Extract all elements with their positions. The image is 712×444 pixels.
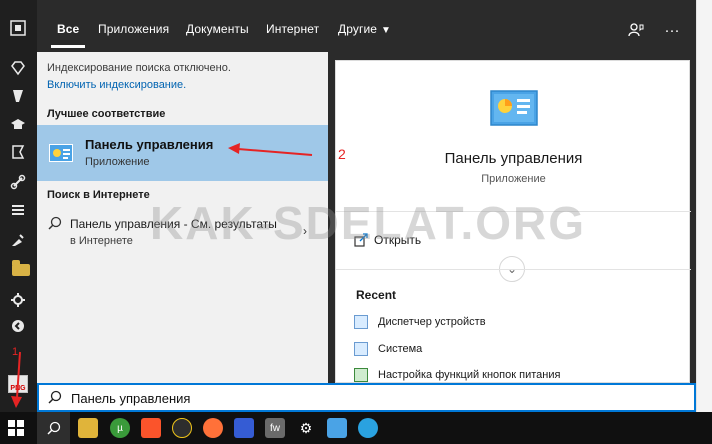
annotation-number-2: 2 [338, 146, 346, 162]
settings-gear-icon[interactable]: ⚙ [296, 418, 316, 438]
search-box[interactable]: Панель управления [37, 383, 696, 412]
recent-header: Recent [356, 288, 397, 302]
annotation-number-1: 1 [12, 346, 19, 358]
recent-item[interactable]: Диспетчер устройств [354, 313, 486, 331]
tab-all[interactable]: Все [57, 22, 79, 40]
app-circle-icon[interactable] [172, 418, 192, 438]
left-icon-rail: PNG [0, 0, 37, 412]
recent-item-label: Система [378, 343, 423, 355]
best-match-result[interactable] [37, 125, 328, 181]
gear-icon[interactable] [8, 290, 28, 310]
background-window-edge [696, 0, 712, 412]
menu-icon[interactable] [8, 200, 28, 220]
recent-item-label: Диспетчер устройств [378, 316, 486, 328]
yandex-icon[interactable] [8, 86, 28, 106]
taskbar-search-button[interactable] [37, 412, 70, 444]
tab-documents[interactable]: Документы [186, 22, 249, 40]
diamond-icon[interactable] [8, 58, 28, 78]
grid-app-icon [10, 20, 26, 36]
tab-apps[interactable]: Приложения [98, 22, 169, 40]
file-explorer-icon[interactable] [78, 418, 98, 438]
search-icon [48, 216, 62, 230]
recent-item[interactable]: Система [354, 340, 422, 358]
windows-search-panel: Все Приложения Документы Интернет Другие… [37, 0, 696, 383]
search-tabs: Все Приложения Документы Интернет Другие… [37, 0, 696, 52]
search-icon [46, 421, 60, 435]
preview-title: Панель управления [444, 150, 583, 167]
chevron-down-icon: ▼ [381, 25, 392, 36]
preview-subtitle: Приложение [481, 173, 546, 185]
best-match-header: Лучшее соответствие [47, 108, 166, 120]
firefox-icon[interactable] [203, 418, 223, 438]
tab-internet[interactable]: Интернет [266, 22, 319, 40]
web-search-header: Поиск в Интернете [47, 189, 150, 201]
recent-item-label: Настройка функций кнопок питания [378, 369, 561, 381]
search-icon [48, 390, 62, 404]
taskbar: µ fw ⚙ [0, 412, 712, 444]
web-search-subtext: в Интернете [70, 235, 133, 247]
telegram-icon[interactable] [358, 418, 378, 438]
indexing-notice: Индексирование поиска отключено. [47, 62, 231, 74]
flag-icon[interactable] [8, 142, 28, 162]
hat-icon[interactable] [8, 114, 28, 134]
document-app-icon[interactable] [234, 418, 254, 438]
control-panel-large-icon [490, 90, 538, 126]
search-input[interactable]: Панель управления [71, 391, 190, 406]
device-manager-icon [354, 315, 368, 329]
enable-indexing-link[interactable]: Включить индексирование. [47, 79, 186, 91]
png-file-icon[interactable]: PNG [8, 375, 28, 393]
control-panel-task-icon[interactable] [327, 418, 347, 438]
fireworks-icon[interactable]: fw [265, 418, 285, 438]
active-tab-indicator [51, 45, 85, 48]
tab-other[interactable]: Другие ▼ [338, 22, 391, 40]
recent-item[interactable]: Настройка функций кнопок питания [354, 366, 560, 384]
tab-other-label: Другие [338, 22, 378, 36]
folder-icon[interactable] [12, 260, 30, 276]
feedback-icon[interactable] [625, 19, 647, 41]
control-panel-icon [49, 144, 73, 162]
best-match-title: Панель управления [85, 137, 214, 152]
best-match-subtitle: Приложение [85, 156, 150, 168]
power-options-icon [354, 368, 368, 382]
app-icon[interactable] [8, 18, 28, 38]
brush-icon[interactable] [8, 230, 28, 250]
link-icon[interactable] [8, 172, 28, 192]
utorrent-icon[interactable]: µ [110, 418, 130, 438]
more-icon[interactable]: ··· [661, 19, 683, 41]
brave-browser-icon[interactable] [141, 418, 161, 438]
divider [336, 269, 691, 270]
watermark: KAK-SDELAT.ORG [150, 197, 587, 249]
back-circle-icon[interactable] [8, 316, 28, 336]
windows-start-icon[interactable] [6, 418, 26, 438]
system-icon [354, 342, 368, 356]
